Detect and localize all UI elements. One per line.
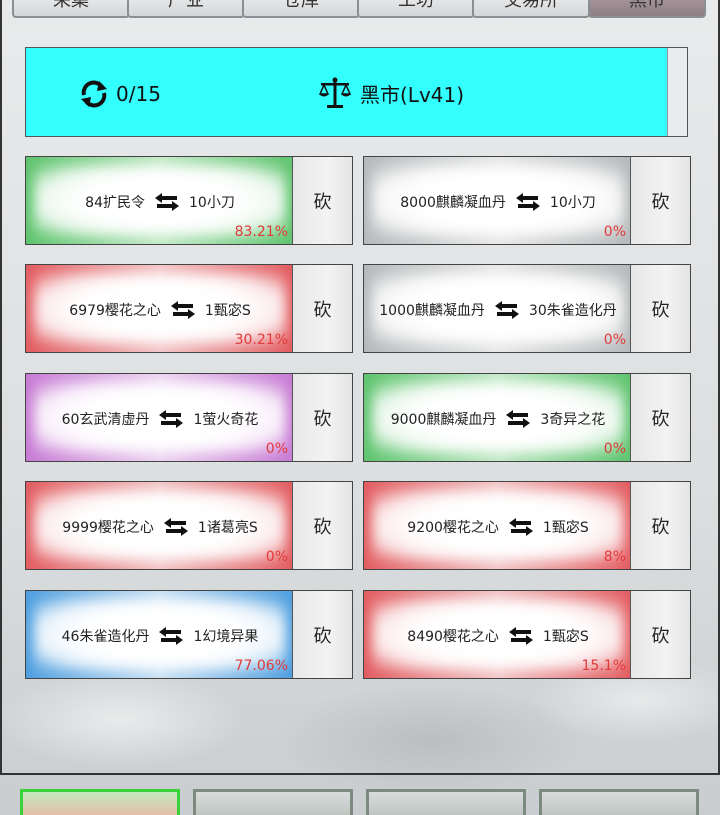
trade-percent: 83.21%: [234, 224, 288, 240]
trade-get: 3奇异之花: [540, 412, 606, 428]
swap-arrows-icon: [508, 627, 533, 645]
trade-give: 6979樱花之心: [69, 303, 161, 319]
tab-gather[interactable]: 采集: [12, 0, 130, 18]
trade-row: 9999樱花之心 1诸葛亮S: [26, 515, 294, 539]
top-tab-bar: 采集 产业 仓库 工坊 交易所 黑市: [0, 0, 720, 20]
trade-row: 8000麒麟凝血丹 10小刀: [364, 190, 632, 214]
trade-card: 1000麒麟凝血丹 30朱雀造化丹 0% 砍: [363, 264, 691, 353]
tab-warehouse[interactable]: 仓库: [242, 0, 360, 18]
trade-give: 46朱雀造化丹: [61, 629, 150, 645]
trade-give: 9000麒麟凝血丹: [390, 412, 497, 428]
trade-action-area: 砍: [292, 591, 352, 678]
chop-button[interactable]: 砍: [652, 296, 670, 322]
trade-percent: 0%: [265, 549, 288, 565]
trade-get: 1萤火奇花: [193, 412, 259, 428]
trade-row: 9200樱花之心 1甄宓S: [364, 515, 632, 539]
refresh-count: 0/15: [116, 82, 161, 106]
trade-percent: 0%: [603, 332, 626, 348]
trade-get: 1甄宓S: [542, 520, 589, 536]
trade-percent: 0%: [603, 224, 626, 240]
tab-black-market[interactable]: 黑市: [588, 0, 706, 18]
chop-button[interactable]: 砍: [652, 622, 670, 648]
trade-action-area: 砍: [292, 482, 352, 569]
trade-get: 1诸葛亮S: [197, 520, 258, 536]
trade-card: 9200樱花之心 1甄宓S 8% 砍: [363, 481, 691, 570]
swap-arrows-icon: [159, 627, 184, 645]
trade-get: 1甄宓S: [204, 303, 251, 319]
bottom-button-4[interactable]: [539, 789, 699, 815]
bottom-button-2[interactable]: [193, 789, 353, 815]
chop-button[interactable]: 砍: [314, 188, 332, 214]
header-scroll-strip: [667, 48, 687, 136]
swap-arrows-icon: [155, 193, 179, 211]
trade-card: 8000麒麟凝血丹 10小刀 0% 砍: [363, 156, 691, 245]
trade-row: 1000麒麟凝血丹 30朱雀造化丹: [364, 298, 632, 322]
trade-card: 60玄武清虚丹 1萤火奇花 0% 砍: [25, 373, 353, 462]
trade-get: 10小刀: [189, 195, 235, 211]
trade-give: 60玄武清虚丹: [61, 412, 150, 428]
trade-row: 84扩民令 10小刀: [26, 190, 294, 214]
chop-button[interactable]: 砍: [652, 188, 670, 214]
bottom-button-1[interactable]: [20, 789, 180, 815]
trade-get: 30朱雀造化丹: [528, 303, 617, 319]
trade-percent: 0%: [603, 441, 626, 457]
chop-button[interactable]: 砍: [652, 513, 670, 539]
trade-give: 1000麒麟凝血丹: [379, 303, 485, 319]
swap-arrows-icon: [159, 410, 184, 428]
trade-card: 84扩民令 10小刀 83.21% 砍: [25, 156, 353, 245]
trade-action-area: 砍: [630, 374, 690, 461]
trade-card: 9999樱花之心 1诸葛亮S 0% 砍: [25, 481, 353, 570]
trade-percent: 30.21%: [234, 332, 288, 348]
market-title: 黑市(Lv41): [318, 76, 464, 110]
chop-button[interactable]: 砍: [314, 296, 332, 322]
swap-arrows-icon: [515, 193, 540, 211]
trade-give: 8490樱花之心: [407, 629, 499, 645]
trade-action-area: 砍: [292, 374, 352, 461]
trade-action-area: 砍: [630, 482, 690, 569]
trade-percent: 8%: [603, 549, 626, 565]
trade-percent: 77.06%: [234, 658, 288, 674]
chop-button[interactable]: 砍: [314, 513, 332, 539]
trade-get: 1幻境异果: [193, 629, 259, 645]
trade-row: 6979樱花之心 1甄宓S: [26, 298, 294, 322]
chop-button[interactable]: 砍: [314, 622, 332, 648]
trade-row: 9000麒麟凝血丹 3奇异之花: [364, 407, 632, 431]
market-header: 0/15 黑市(Lv41): [25, 47, 688, 137]
trade-card: 6979樱花之心 1甄宓S 30.21% 砍: [25, 264, 353, 353]
swap-arrows-icon: [508, 518, 533, 536]
trade-card: 9000麒麟凝血丹 3奇异之花 0% 砍: [363, 373, 691, 462]
trade-percent: 15.1%: [581, 658, 626, 674]
trade-action-area: 砍: [292, 157, 352, 244]
trade-give: 9999樱花之心: [62, 520, 154, 536]
trade-action-area: 砍: [292, 265, 352, 352]
trade-row: 8490樱花之心 1甄宓S: [364, 624, 632, 648]
chop-button[interactable]: 砍: [314, 405, 332, 431]
scales-icon: [318, 77, 352, 108]
trade-give: 9200樱花之心: [407, 520, 499, 536]
swap-arrows-icon: [170, 301, 195, 319]
trade-row: 46朱雀造化丹 1幻境异果: [26, 624, 294, 648]
tab-workshop[interactable]: 工坊: [357, 0, 475, 18]
trade-give: 84扩民令: [85, 195, 145, 211]
refresh-counter[interactable]: 0/15: [78, 78, 161, 110]
swap-arrows-icon: [163, 518, 188, 536]
bottom-button-3[interactable]: [366, 789, 526, 815]
trade-card: 8490樱花之心 1甄宓S 15.1% 砍: [363, 590, 691, 679]
refresh-icon: [81, 80, 107, 108]
trade-card: 46朱雀造化丹 1幻境异果 77.06% 砍: [25, 590, 353, 679]
trade-percent: 0%: [265, 441, 288, 457]
trade-action-area: 砍: [630, 265, 690, 352]
chop-button[interactable]: 砍: [652, 405, 670, 431]
trade-row: 60玄武清虚丹 1萤火奇花: [26, 407, 294, 431]
trade-get: 1甄宓S: [542, 629, 589, 645]
trade-action-area: 砍: [630, 157, 690, 244]
swap-arrows-icon: [494, 301, 519, 319]
market-title-text: 黑市(Lv41): [360, 82, 465, 107]
trade-give: 8000麒麟凝血丹: [400, 195, 506, 211]
tab-exchange[interactable]: 交易所: [472, 0, 590, 18]
trade-action-area: 砍: [630, 591, 690, 678]
trade-get: 10小刀: [549, 195, 596, 211]
tab-industry[interactable]: 产业: [127, 0, 245, 18]
swap-arrows-icon: [506, 410, 531, 428]
